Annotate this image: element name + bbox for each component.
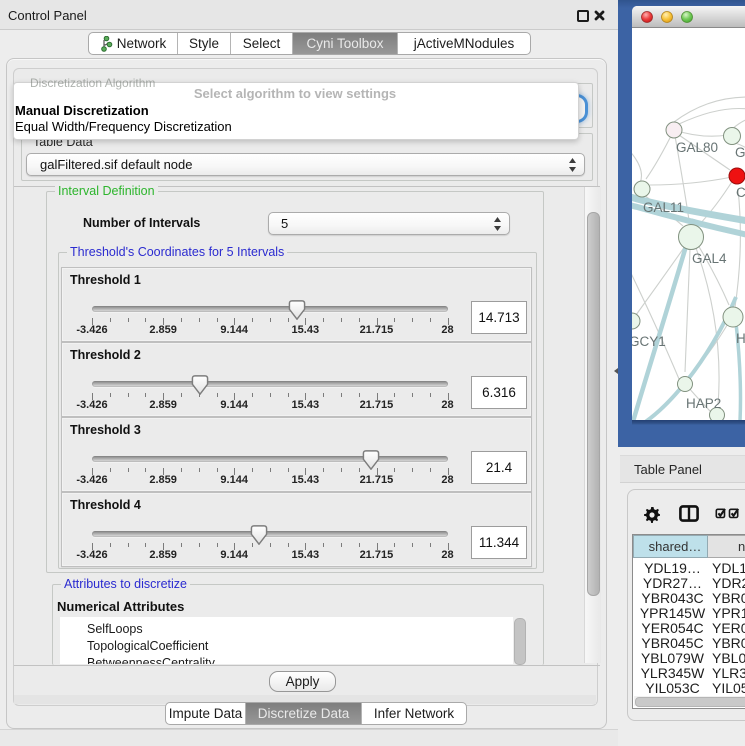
- svg-text:GAL4: GAL4: [692, 251, 727, 266]
- svg-text:C: C: [736, 185, 745, 200]
- svg-text:GA: GA: [735, 145, 745, 160]
- svg-text:HAP2: HAP2: [686, 396, 721, 411]
- svg-text:GCY1: GCY1: [632, 334, 666, 349]
- svg-text:H: H: [736, 331, 745, 346]
- svg-text:GAL11: GAL11: [643, 200, 684, 215]
- svg-text:GAL80: GAL80: [676, 140, 718, 155]
